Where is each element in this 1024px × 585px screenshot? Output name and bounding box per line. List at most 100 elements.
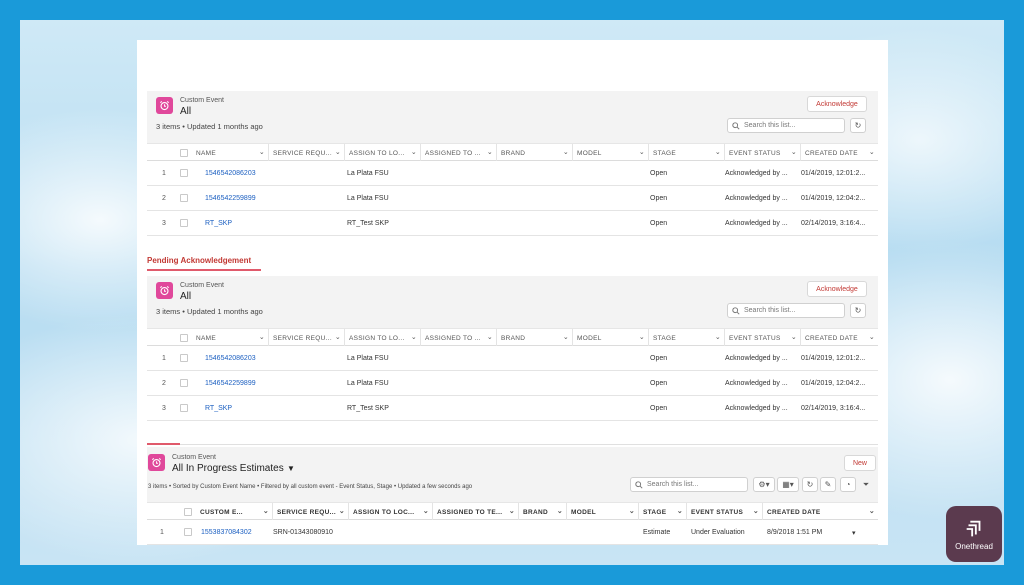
column-header-stage[interactable]: STAGE ⌄ <box>648 329 724 347</box>
chevron-down-icon: ⌄ <box>410 334 417 341</box>
column-header-created-date[interactable]: CREATED DATE ⌄ <box>800 144 878 162</box>
refresh-button[interactable]: ↻ <box>802 477 818 492</box>
row-number: 3 <box>162 220 166 227</box>
search-input[interactable]: Search this list... <box>727 303 845 318</box>
column-header-created-date[interactable]: CREATED DATE ⌄ <box>762 503 878 521</box>
table-header-2: NAME ⌄ SERVICE REQU... ⌄ ASSIGN TO LO... ⌄ … <box>147 328 878 347</box>
chevron-down-icon: ⌄ <box>508 508 515 515</box>
chevron-down-icon: ⌄ <box>790 149 797 156</box>
record-link[interactable]: 1546542259899 <box>205 371 256 396</box>
column-header-model[interactable]: MODEL ⌄ <box>566 503 638 521</box>
column-header-brand[interactable]: BRAND ⌄ <box>518 503 566 521</box>
record-link[interactable]: RT_SKP <box>205 396 232 421</box>
cell-stage: Open <box>650 405 668 412</box>
column-header-brand[interactable]: BRAND ⌄ <box>496 144 572 162</box>
chevron-down-icon: ⌄ <box>638 334 645 341</box>
table-row[interactable]: 3 RT_SKP RT_Test SKP Open Acknowledged b… <box>147 211 878 236</box>
column-header-created-date[interactable]: CREATED DATE ⌄ <box>800 329 878 347</box>
record-link[interactable]: 1546542086203 <box>205 161 256 186</box>
settings-menu-button[interactable]: ⚙▾ <box>753 477 775 492</box>
row-checkbox[interactable] <box>180 354 188 362</box>
tab-pending-acknowledgement[interactable]: Pending Acknowledgement <box>147 256 251 265</box>
column-header-assigned-to[interactable]: ASSIGNED TO ... ⌄ <box>420 329 496 347</box>
cell-status: Acknowledged by ... <box>725 195 788 202</box>
column-header-assigned-to[interactable]: ASSIGNED TO ... ⌄ <box>420 144 496 162</box>
column-header-assign-to-location[interactable]: ASSIGN TO LO... ⌄ <box>344 329 420 347</box>
refresh-icon: ↻ <box>806 480 814 489</box>
new-button[interactable]: New <box>844 455 876 471</box>
column-header-assign-to-location[interactable]: ASSIGN TO LO... ⌄ <box>344 144 420 162</box>
chevron-down-icon: ⌄ <box>790 334 797 341</box>
column-header-assign-to-location[interactable]: ASSIGN TO LOC... ⌄ <box>348 503 432 521</box>
cell-date: 01/4/2019, 12:01:2... <box>801 170 866 177</box>
record-link[interactable]: 1553837084302 <box>201 520 252 545</box>
table-row[interactable]: 2 1546542259899 La Plata FSU Open Acknow… <box>147 186 878 211</box>
column-header-event-status[interactable]: EVENT STATUS ⌄ <box>724 329 800 347</box>
display-as-button[interactable]: ▦▾ <box>777 477 799 492</box>
row-checkbox[interactable] <box>180 219 188 227</box>
table-row[interactable]: 1 1546542086203 La Plata FSU Open Acknow… <box>147 346 878 371</box>
refresh-button[interactable]: ↻ <box>850 303 866 318</box>
select-all-checkbox[interactable] <box>184 508 192 516</box>
column-header-model[interactable]: MODEL ⌄ <box>572 329 648 347</box>
column-header-stage[interactable]: STAGE ⌄ <box>638 503 686 521</box>
select-all-checkbox[interactable] <box>180 334 188 342</box>
row-checkbox[interactable] <box>180 169 188 177</box>
list-view-title[interactable]: All In Progress Estimates <box>172 463 284 474</box>
cell-status: Acknowledged by ... <box>725 380 788 387</box>
object-type-label: Custom Event <box>172 454 216 461</box>
cell-stage: Open <box>650 355 668 362</box>
column-header-service-request[interactable]: SERVICE REQU... ⌄ <box>272 503 348 521</box>
list-view-title[interactable]: All <box>180 106 191 117</box>
column-header-service-request[interactable]: SERVICE REQU... ⌄ <box>268 329 344 347</box>
search-input[interactable]: Search this list... <box>727 118 845 133</box>
chevron-down-icon: ⌄ <box>868 334 875 341</box>
column-header-custom-event[interactable]: CUSTOM E... ⌄ <box>196 503 272 521</box>
select-all-checkbox[interactable] <box>180 149 188 157</box>
record-link[interactable]: RT_SKP <box>205 211 232 236</box>
table-row[interactable]: 1 1553837084302 SRN-01343080910 Estimate… <box>147 520 878 545</box>
list-view-dropdown-icon[interactable]: ▼ <box>287 464 295 473</box>
search-input[interactable]: Search this list... <box>630 477 748 492</box>
logo-mark-icon <box>966 520 981 536</box>
column-header-brand[interactable]: BRAND ⌄ <box>496 329 572 347</box>
record-link[interactable]: 1546542086203 <box>205 346 256 371</box>
row-checkbox[interactable] <box>180 194 188 202</box>
row-number: 1 <box>162 355 166 362</box>
chevron-down-icon: ⌄ <box>868 149 875 156</box>
list-view-title[interactable]: All <box>180 291 191 302</box>
chart-button[interactable]: ◔ <box>840 477 856 492</box>
table-row[interactable]: 3 RT_SKP RT_Test SKP Open Acknowledged b… <box>147 396 878 421</box>
cell-date: 01/4/2019, 12:04:2... <box>801 195 866 202</box>
column-header-event-status[interactable]: EVENT STATUS ⌄ <box>686 503 762 521</box>
chevron-down-icon: ⌄ <box>714 149 721 156</box>
cell-location: La Plata FSU <box>347 170 389 177</box>
row-actions-dropdown[interactable]: ▾ <box>852 520 856 545</box>
row-checkbox[interactable] <box>180 404 188 412</box>
edit-button[interactable]: ✎ <box>820 477 836 492</box>
column-header-stage[interactable]: STAGE ⌄ <box>648 144 724 162</box>
row-checkbox[interactable] <box>180 379 188 387</box>
chevron-down-icon: ⌄ <box>562 149 569 156</box>
chevron-down-icon: ⌄ <box>628 508 635 515</box>
cell-stage: Open <box>650 170 668 177</box>
acknowledge-button[interactable]: Acknowledge <box>807 281 867 297</box>
acknowledge-button[interactable]: Acknowledge <box>807 96 867 112</box>
filter-button[interactable]: ⏷ <box>858 477 874 492</box>
column-header-model[interactable]: MODEL ⌄ <box>572 144 648 162</box>
alarm-clock-icon <box>156 97 173 114</box>
cell-status: Acknowledged by ... <box>725 405 788 412</box>
refresh-button[interactable]: ↻ <box>850 118 866 133</box>
table-row[interactable]: 1 1546542086203 La Plata FSU Open Acknow… <box>147 161 878 186</box>
list-header-3: Custom Event All In Progress Estimates ▼… <box>147 447 878 502</box>
column-header-event-status[interactable]: EVENT STATUS ⌄ <box>724 144 800 162</box>
row-checkbox[interactable] <box>184 528 192 536</box>
table-row[interactable]: 2 1546542259899 La Plata FSU Open Acknow… <box>147 371 878 396</box>
column-header-service-request[interactable]: SERVICE REQU... ⌄ <box>268 144 344 162</box>
record-link[interactable]: 1546542259899 <box>205 186 256 211</box>
column-header-assigned-to-team[interactable]: ASSIGNED TO TE... ⌄ <box>432 503 518 521</box>
chevron-down-icon: ⌄ <box>562 334 569 341</box>
logo-text: Onethread <box>955 541 993 551</box>
column-header-name[interactable]: NAME ⌄ <box>192 144 268 162</box>
column-header-name[interactable]: NAME ⌄ <box>192 329 268 347</box>
